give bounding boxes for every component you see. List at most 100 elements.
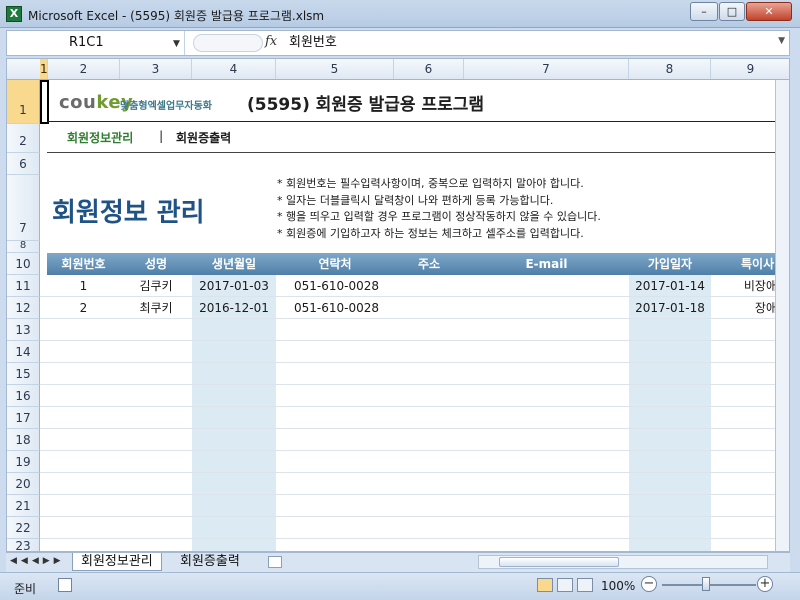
cell-contact[interactable]: 051-610-0028	[276, 297, 394, 319]
gridline	[40, 362, 789, 363]
column-header[interactable]: 5	[276, 59, 394, 79]
page-layout-view-icon[interactable]	[557, 578, 573, 592]
cell-notes[interactable]: 비장애	[711, 275, 777, 297]
normal-view-icon[interactable]	[537, 578, 553, 592]
scroll-thumb[interactable]	[499, 557, 619, 567]
worksheet[interactable]: 1 2 3 4 5 6 7 8 9 1 2 6 7 8 10 11 12 13 …	[6, 58, 790, 552]
row-header[interactable]: 15	[7, 363, 40, 385]
formula-oval	[193, 34, 263, 52]
vertical-scrollbar[interactable]	[775, 80, 789, 551]
row-header[interactable]: 8	[7, 241, 40, 253]
gridline	[40, 406, 789, 407]
row-header[interactable]: 19	[7, 451, 40, 473]
chevron-down-icon[interactable]: ▼	[173, 39, 180, 49]
row-header[interactable]: 11	[7, 275, 40, 297]
maximize-button[interactable]: □	[719, 2, 745, 21]
row-header[interactable]: 2	[7, 124, 40, 153]
cell-name[interactable]: 최쿠키	[120, 297, 192, 319]
zoom-slider-thumb[interactable]	[702, 577, 710, 591]
column-header[interactable]: 4	[192, 59, 276, 79]
column-header[interactable]: 2	[48, 59, 120, 79]
page-title: 회원정보 관리	[52, 198, 205, 228]
row-header[interactable]: 16	[7, 385, 40, 407]
cell-address[interactable]	[394, 275, 464, 297]
row-header[interactable]: 17	[7, 407, 40, 429]
row-header[interactable]: 21	[7, 495, 40, 517]
row-header[interactable]: 10	[7, 253, 40, 275]
row-header[interactable]: 7	[7, 175, 40, 241]
cell-name[interactable]: 김쿠키	[120, 275, 192, 297]
cell-address[interactable]	[394, 297, 464, 319]
nav-separator: |	[159, 129, 164, 143]
cell-join-date[interactable]: 2017-01-14	[629, 275, 711, 297]
column-header[interactable]: 3	[120, 59, 192, 79]
gridline	[40, 450, 789, 451]
tab-member-info[interactable]: 회원정보관리	[72, 553, 162, 571]
zoom-level[interactable]: 100%	[601, 579, 635, 593]
column-header[interactable]: 8	[629, 59, 711, 79]
cell-email[interactable]	[464, 275, 629, 297]
formula-bar: R1C1 ▼ fx 회원번호 ▼	[6, 30, 790, 56]
row-header[interactable]: 12	[7, 297, 40, 319]
insert-function-icon[interactable]: fx	[265, 34, 277, 49]
gridline	[40, 472, 789, 473]
nav-divider	[47, 152, 785, 153]
row-header[interactable]: 18	[7, 429, 40, 451]
cell-birthdate[interactable]: 2017-01-03	[192, 275, 276, 297]
table-header: 회원번호 성명 생년월일 연락처 주소 E-mail 가입일자 특이사	[47, 253, 789, 275]
cell-join-date[interactable]: 2017-01-18	[629, 297, 711, 319]
row-header[interactable]: 6	[7, 153, 40, 175]
column-header[interactable]: 7	[464, 59, 629, 79]
formula-input[interactable]: 회원번호	[289, 31, 337, 55]
sheet-nav-arrows-icon[interactable]: ◀◀◀▶▶	[10, 556, 65, 566]
th-contact[interactable]: 연락처	[276, 253, 394, 275]
nav-member-info[interactable]: 회원정보관리	[67, 129, 133, 146]
horizontal-scrollbar[interactable]	[478, 555, 768, 569]
nav-card-print[interactable]: 회원증출력	[176, 129, 231, 146]
expand-formula-icon[interactable]: ▼	[778, 36, 785, 46]
th-member-no[interactable]: 회원번호	[47, 253, 120, 275]
row-header[interactable]: 22	[7, 517, 40, 539]
column-header[interactable]: 9	[711, 59, 789, 79]
column-headers: 1 2 3 4 5 6 7 8 9	[7, 59, 789, 80]
column-header[interactable]: 6	[394, 59, 464, 79]
sheet-tab-bar: ◀◀◀▶▶ 회원정보관리 회원증출력	[6, 552, 790, 572]
th-join-date[interactable]: 가입일자	[629, 253, 711, 275]
cell-notes[interactable]: 장애	[711, 297, 777, 319]
zoom-in-icon[interactable]: +	[757, 576, 773, 592]
gridline	[40, 340, 789, 341]
page-break-view-icon[interactable]	[577, 578, 593, 592]
row-header[interactable]: 1	[7, 80, 40, 124]
row-header[interactable]: 14	[7, 341, 40, 363]
cell-member-no[interactable]: 2	[47, 297, 120, 319]
record-macro-icon[interactable]	[58, 578, 72, 592]
th-email[interactable]: E-mail	[464, 253, 629, 275]
header-divider	[47, 121, 785, 122]
cell-contact[interactable]: 051-610-0028	[276, 275, 394, 297]
tab-card-print[interactable]: 회원증출력	[172, 553, 248, 571]
minimize-button[interactable]: –	[690, 2, 718, 21]
cell-member-no[interactable]: 1	[47, 275, 120, 297]
th-address[interactable]: 주소	[394, 253, 464, 275]
active-cell[interactable]	[40, 80, 49, 124]
name-box[interactable]: R1C1	[7, 31, 185, 55]
insert-sheet-icon[interactable]	[268, 556, 282, 568]
row-header[interactable]: 20	[7, 473, 40, 495]
window-title: Microsoft Excel - (5595) 회원증 발급용 프로그램.xl…	[28, 9, 325, 23]
note-line: * 회원증에 기입하고자 하는 정보는 체크하고 셀주소를 입력합니다.	[277, 226, 584, 240]
excel-icon[interactable]: X	[6, 6, 22, 22]
column-header[interactable]: 1	[40, 59, 48, 79]
row-header[interactable]: 13	[7, 319, 40, 341]
cell-email[interactable]	[464, 297, 629, 319]
status-ready: 준비	[14, 582, 37, 596]
title-bar: X Microsoft Excel - (5595) 회원증 발급용 프로그램.…	[0, 0, 800, 28]
cell-birthdate[interactable]: 2016-12-01	[192, 297, 276, 319]
note-line: * 회원번호는 필수입력사항이며, 중복으로 입력하지 말아야 합니다.	[277, 177, 584, 190]
zoom-out-icon[interactable]: −	[641, 576, 657, 592]
note-line: * 행을 띄우고 입력할 경우 프로그램이 정상작동하지 않을 수 있습니다.	[277, 210, 601, 223]
row-header[interactable]: 23	[7, 539, 40, 551]
th-name[interactable]: 성명	[120, 253, 192, 275]
close-button[interactable]: ✕	[746, 2, 792, 21]
th-birthdate[interactable]: 생년월일	[192, 253, 276, 275]
program-title: (5595) 회원증 발급용 프로그램	[247, 95, 485, 115]
